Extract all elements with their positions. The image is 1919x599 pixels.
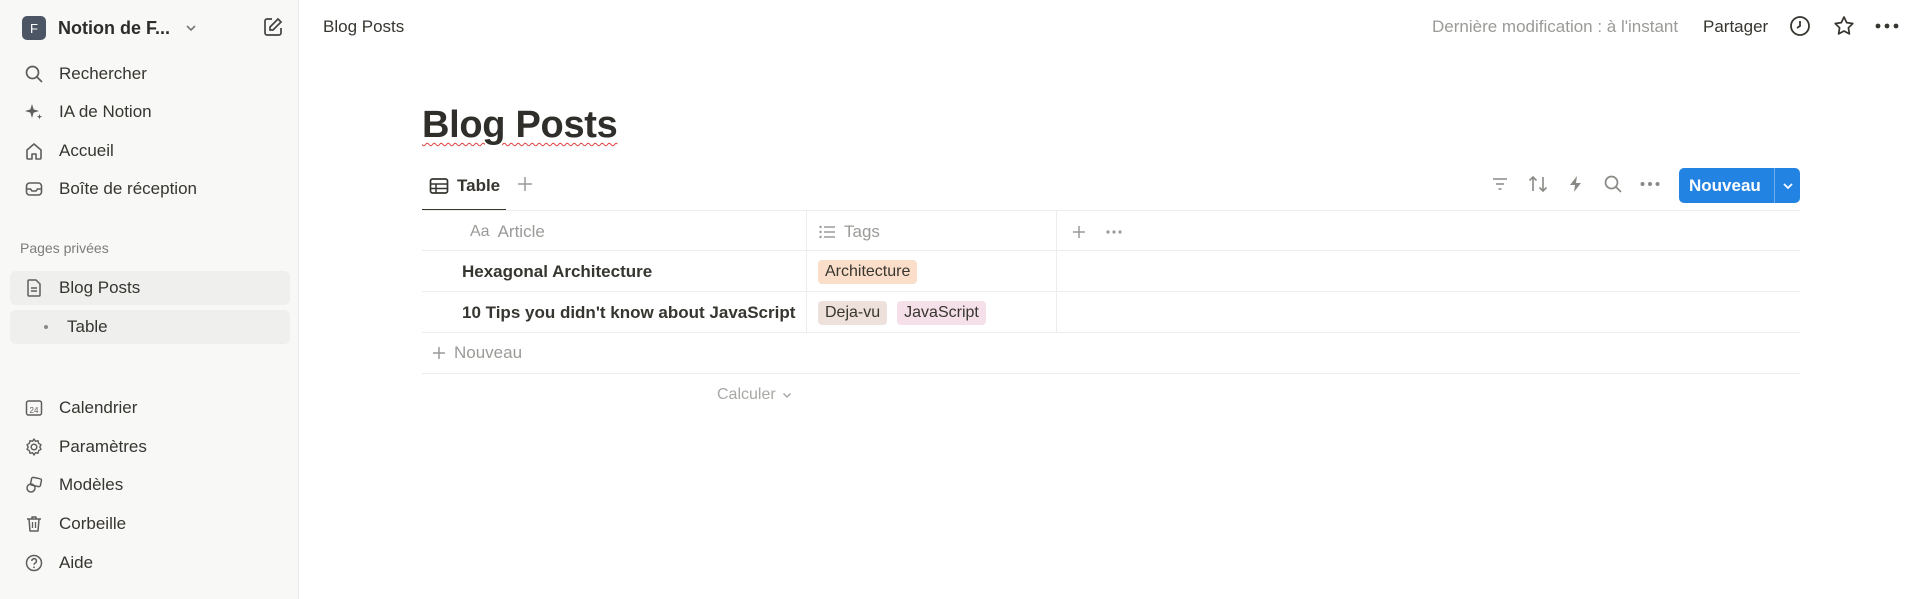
templates-icon <box>22 473 46 497</box>
add-row-label: Nouveau <box>454 343 523 362</box>
tag: Architecture <box>818 259 918 284</box>
table-icon <box>429 177 449 195</box>
sidebar-item-search[interactable]: Rechercher <box>10 57 290 91</box>
add-row-button[interactable]: Nouveau <box>422 333 1800 374</box>
sparkle-icon <box>22 100 46 124</box>
search-icon[interactable] <box>1603 174 1623 194</box>
sidebar-item-label: Blog Posts <box>59 278 141 297</box>
sidebar-item-label: Rechercher <box>59 64 147 83</box>
calculate-label: Calculer <box>717 386 776 403</box>
filter-icon[interactable] <box>1490 174 1510 194</box>
empty-cell <box>1057 292 1800 333</box>
list-icon <box>818 224 836 240</box>
tab-label: Table <box>457 176 501 195</box>
sidebar: F Notion de F... Rechercher IA de Notion… <box>0 0 299 599</box>
sidebar-item-label: Calendrier <box>59 398 138 417</box>
gear-icon <box>22 435 46 459</box>
workspace-avatar: F <box>22 16 46 40</box>
plus-icon <box>430 344 448 362</box>
empty-cell <box>1057 251 1800 292</box>
sidebar-item-label: Modèles <box>59 475 124 494</box>
sidebar-item-label: IA de Notion <box>59 102 152 121</box>
column-header-actions <box>1057 211 1800 252</box>
article-title[interactable]: Hexagonal Architecture <box>462 262 652 282</box>
last-modified-text: Dernière modification : à l'instant <box>1432 17 1679 36</box>
text-type-icon: Aa <box>470 222 490 240</box>
sidebar-item-settings[interactable]: Paramètres <box>10 430 290 464</box>
tab-table-view[interactable]: Table <box>429 174 500 198</box>
column-header-label: Article <box>497 221 545 241</box>
sidebar-item-blog-posts[interactable]: Blog Posts <box>10 271 290 305</box>
table-row[interactable]: Hexagonal Architecture Architecture <box>422 251 1800 292</box>
new-button[interactable]: Nouveau <box>1679 168 1800 203</box>
star-icon[interactable] <box>1832 14 1856 38</box>
sidebar-item-inbox[interactable]: Boîte de réception <box>10 172 290 206</box>
column-header-label: Tags <box>844 221 880 241</box>
trash-icon <box>22 512 46 536</box>
page-title-text: Blog Posts <box>422 104 618 146</box>
sidebar-item-home[interactable]: Accueil <box>10 134 290 168</box>
bullet-icon <box>44 325 48 329</box>
add-view-icon[interactable] <box>515 174 535 194</box>
chevron-down-icon <box>781 389 793 401</box>
more-icon[interactable] <box>1105 225 1123 239</box>
article-cell[interactable]: 10 Tips you didn't know about JavaScript <box>422 292 807 333</box>
workspace-switcher[interactable]: F Notion de F... <box>22 14 284 42</box>
sidebar-item-table[interactable]: Table <box>10 310 290 344</box>
inbox-icon <box>22 177 46 201</box>
database-table: Aa Article Tags Hexagonal Architecture A… <box>422 210 1800 403</box>
clock-icon[interactable] <box>1788 14 1812 38</box>
sidebar-item-label: Boîte de réception <box>59 179 197 198</box>
sort-icon[interactable] <box>1527 174 1549 194</box>
calendar-icon-text: 24 <box>30 406 39 415</box>
calculate-button[interactable]: Calculer <box>717 386 793 404</box>
tag: JavaScript <box>897 300 986 325</box>
new-button-label: Nouveau <box>1689 175 1761 195</box>
article-title[interactable]: 10 Tips you didn't know about JavaScript <box>462 303 795 323</box>
share-button[interactable]: Partager <box>1703 17 1768 37</box>
tag: Deja-vu <box>818 300 888 325</box>
chevron-down-icon[interactable] <box>184 21 198 35</box>
sidebar-item-templates[interactable]: Modèles <box>10 468 290 502</box>
column-header-tags[interactable]: Tags <box>807 211 1057 252</box>
add-property-icon[interactable] <box>1070 223 1088 241</box>
sidebar-item-label: Aide <box>59 553 94 572</box>
search-icon <box>22 62 46 86</box>
new-page-icon[interactable] <box>262 16 284 38</box>
page-icon <box>22 276 46 300</box>
home-icon <box>22 139 46 163</box>
tags-cell[interactable]: Deja-vu JavaScript <box>807 292 1057 333</box>
calendar-icon: 24 <box>22 396 46 420</box>
column-header-article[interactable]: Aa Article <box>422 211 807 252</box>
sidebar-item-label: Corbeille <box>59 514 127 533</box>
sidebar-item-label: Accueil <box>59 141 114 160</box>
help-icon <box>22 551 46 575</box>
more-icon[interactable] <box>1639 176 1661 192</box>
sidebar-item-ai[interactable]: IA de Notion <box>10 95 290 129</box>
more-icon[interactable] <box>1874 16 1900 36</box>
sidebar-item-label: Table <box>67 317 108 336</box>
breadcrumb[interactable]: Blog Posts <box>323 17 404 37</box>
private-pages-heading: Pages privées <box>20 240 109 256</box>
tags-cell[interactable]: Architecture <box>807 251 1057 292</box>
workspace-name: Notion de F... <box>58 17 170 38</box>
table-header-row: Aa Article Tags <box>422 210 1800 252</box>
page-title[interactable]: Blog Posts <box>422 104 618 147</box>
main-content: Blog Posts Dernière modification : à l'i… <box>299 0 1919 599</box>
article-cell[interactable]: Hexagonal Architecture <box>422 251 807 292</box>
lightning-icon[interactable] <box>1566 174 1586 194</box>
sidebar-item-trash[interactable]: Corbeille <box>10 507 290 541</box>
sidebar-item-help[interactable]: Aide <box>10 546 290 580</box>
chevron-down-icon[interactable] <box>1775 179 1800 193</box>
table-row[interactable]: 10 Tips you didn't know about JavaScript… <box>422 292 1800 333</box>
sidebar-item-label: Paramètres <box>59 437 147 456</box>
sidebar-item-calendar[interactable]: 24 Calendrier <box>10 391 290 425</box>
